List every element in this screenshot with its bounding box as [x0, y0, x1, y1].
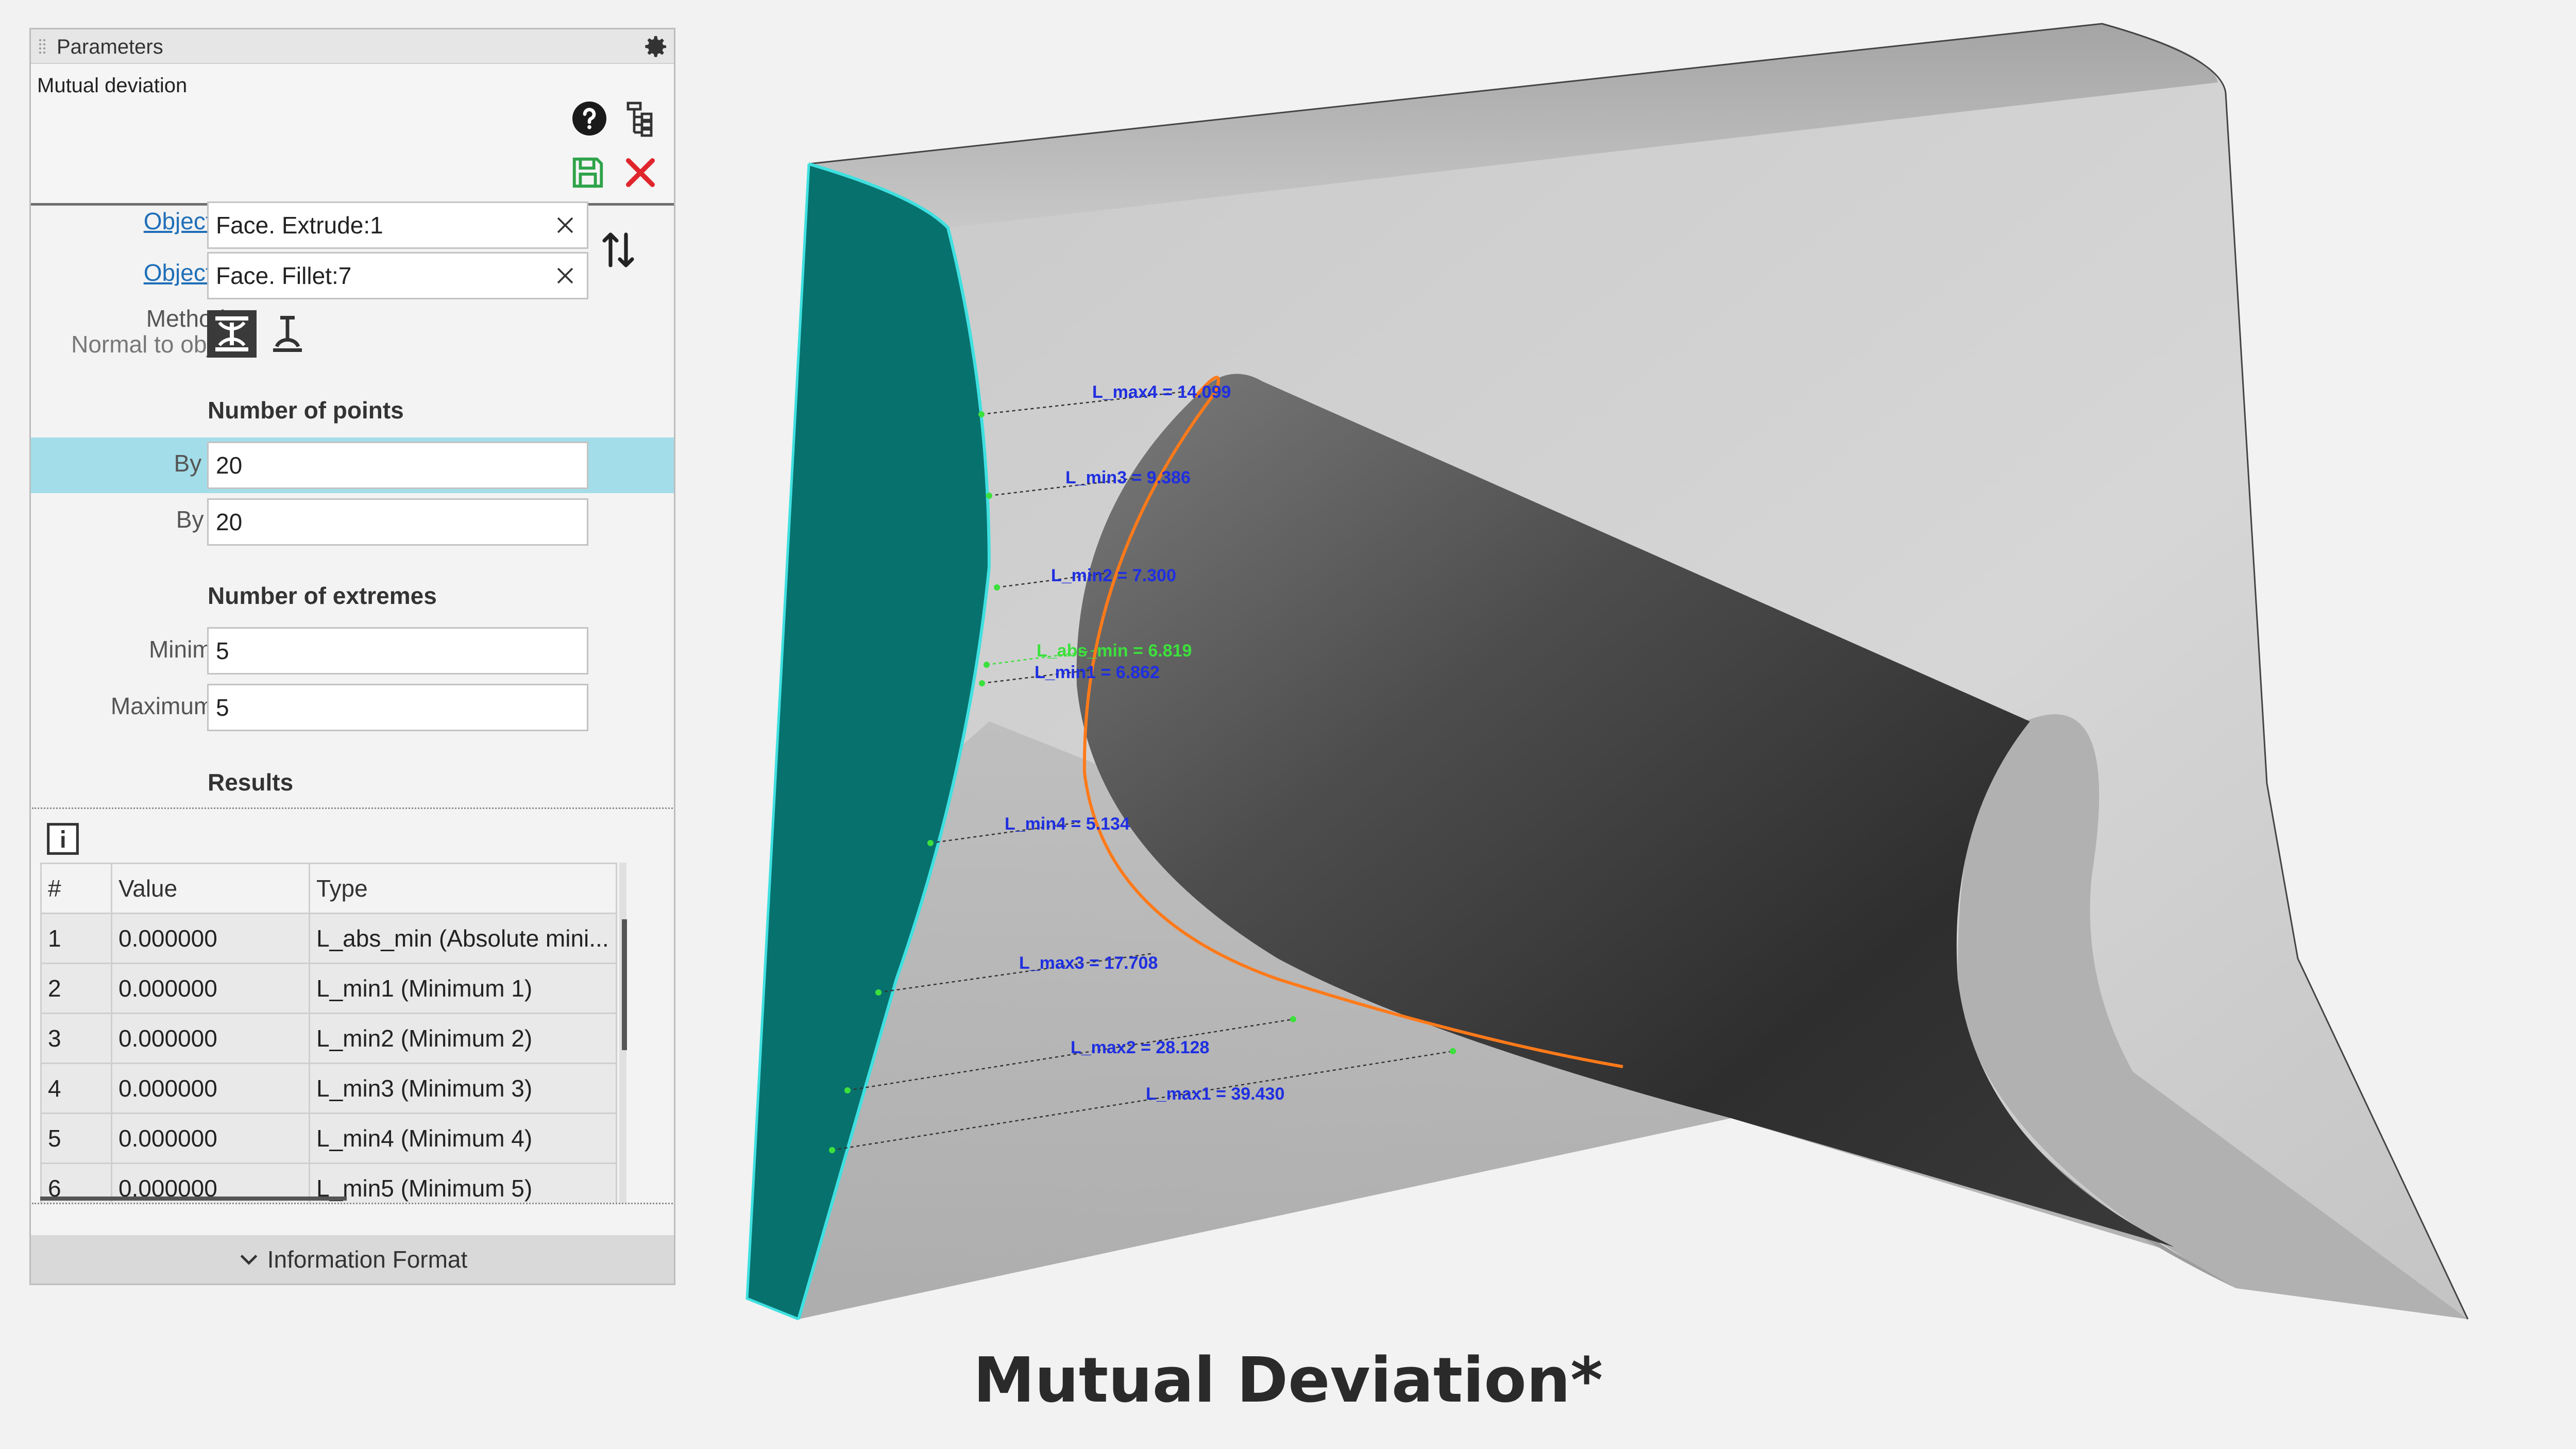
table-row[interactable]: 5 0.000000 L_min4 (Minimum 4): [40, 1113, 617, 1164]
save-icon[interactable]: [570, 155, 606, 191]
table-cell: L_min5 (Minimum 5): [309, 1162, 617, 1203]
table-cell: 3: [40, 1013, 112, 1064]
help-icon[interactable]: [571, 100, 608, 137]
projection-method-icon[interactable]: [266, 310, 309, 358]
normal-method-icon[interactable]: [207, 310, 257, 358]
table-cell: L_min1 (Minimum 1): [309, 963, 617, 1014]
info-icon[interactable]: [45, 821, 80, 856]
horizontal-scrollbar-thumb[interactable]: [40, 1197, 347, 1201]
tree-structure-icon[interactable]: [623, 100, 654, 137]
object1-field[interactable]: Face. Extrude:1: [207, 201, 588, 249]
table-cell: 2: [40, 963, 112, 1014]
table-cell: 1: [40, 913, 112, 964]
command-header: Mutual deviation: [31, 64, 674, 206]
table-cell: 0.000000: [110, 1063, 311, 1114]
gear-icon[interactable]: [641, 32, 670, 61]
table-row[interactable]: 1 0.000000 L_abs_min (Absolute mini...: [40, 913, 617, 964]
table-cell: 0.000000: [110, 1113, 311, 1164]
command-name: Mutual deviation: [37, 74, 188, 97]
label-min3[interactable]: L_min3 = 9.386: [1065, 468, 1191, 487]
table-cell: 5: [40, 1113, 112, 1164]
extremes-section-title: Number of extremes: [208, 582, 437, 609]
table-header-row: # Value Type: [40, 863, 617, 914]
clear-object1-icon[interactable]: [553, 213, 578, 238]
column-header[interactable]: #: [40, 863, 112, 914]
table-cell: 0.000000: [110, 913, 311, 964]
table-row[interactable]: 3 0.000000 L_min2 (Minimum 2): [40, 1013, 617, 1064]
by-u-input[interactable]: 20: [207, 442, 588, 489]
table-row[interactable]: 2 0.000000 L_min1 (Minimum 1): [40, 963, 617, 1014]
table-cell: L_min2 (Minimum 2): [309, 1013, 617, 1064]
table-row[interactable]: 4 0.000000 L_min3 (Minimum 3): [40, 1063, 617, 1114]
results-table: # Value Type 1 0.000000 L_abs_min (Absol…: [40, 863, 617, 1203]
table-cell: 0.000000: [110, 1013, 311, 1064]
minima-input[interactable]: 5: [207, 627, 588, 675]
label-max4[interactable]: L_max4 = 14.099: [1092, 382, 1231, 402]
label-max3[interactable]: L_max3 = 17.708: [1019, 953, 1158, 973]
information-format-label: Information Format: [267, 1246, 468, 1273]
label-min2[interactable]: L_min2 = 7.300: [1051, 566, 1176, 585]
column-header[interactable]: Type: [309, 863, 617, 914]
table-cell: L_abs_min (Absolute mini...: [309, 913, 617, 964]
clear-object2-icon[interactable]: [553, 263, 578, 288]
points-section-title: Number of points: [208, 397, 404, 424]
table-cell: 0.000000: [110, 963, 311, 1014]
label-min1[interactable]: L_min1 = 6.862: [1035, 663, 1160, 682]
drag-grip-icon[interactable]: [38, 38, 46, 56]
column-header[interactable]: Value: [110, 863, 311, 914]
swap-objects-icon[interactable]: [599, 228, 637, 272]
chevron-down-icon: [240, 1254, 258, 1265]
maximums-label: Maximums:: [110, 693, 232, 719]
object2-value: Face. Fillet:7: [216, 262, 352, 289]
label-min4[interactable]: L_min4 = 5.134: [1005, 814, 1130, 834]
3d-viewport[interactable]: L_max4 = 14.099 L_min3 = 9.386 L_min2 = …: [701, 0, 2576, 1340]
parameters-panel: Parameters Mutual deviation Object 1 Fac…: [29, 28, 675, 1285]
slide-caption: Mutual Deviation*: [973, 1345, 1603, 1417]
table-cell: L_min3 (Minimum 3): [309, 1063, 617, 1114]
vertical-scrollbar-thumb[interactable]: [622, 919, 627, 1050]
label-max2[interactable]: L_max2 = 28.128: [1071, 1038, 1209, 1057]
maximums-input[interactable]: 5: [207, 684, 588, 731]
results-area: # Value Type 1 0.000000 L_abs_min (Absol…: [32, 807, 673, 1204]
by-v-input[interactable]: 20: [207, 498, 588, 546]
panel-titlebar[interactable]: Parameters: [31, 29, 674, 64]
cancel-icon[interactable]: [622, 155, 658, 191]
object2-field[interactable]: Face. Fillet:7: [207, 252, 588, 299]
method-value: Normal to obj...: [71, 331, 232, 358]
table-cell: 4: [40, 1063, 112, 1114]
table-cell: L_min4 (Minimum 4): [309, 1113, 617, 1164]
label-abs-min[interactable]: L_abs_min = 6.819: [1037, 641, 1192, 661]
label-max1[interactable]: L_max1 = 39.430: [1146, 1084, 1284, 1104]
panel-title: Parameters: [57, 36, 163, 58]
results-section-title: Results: [208, 769, 294, 796]
information-format-toggle[interactable]: Information Format: [31, 1235, 674, 1284]
object1-value: Face. Extrude:1: [216, 212, 383, 239]
